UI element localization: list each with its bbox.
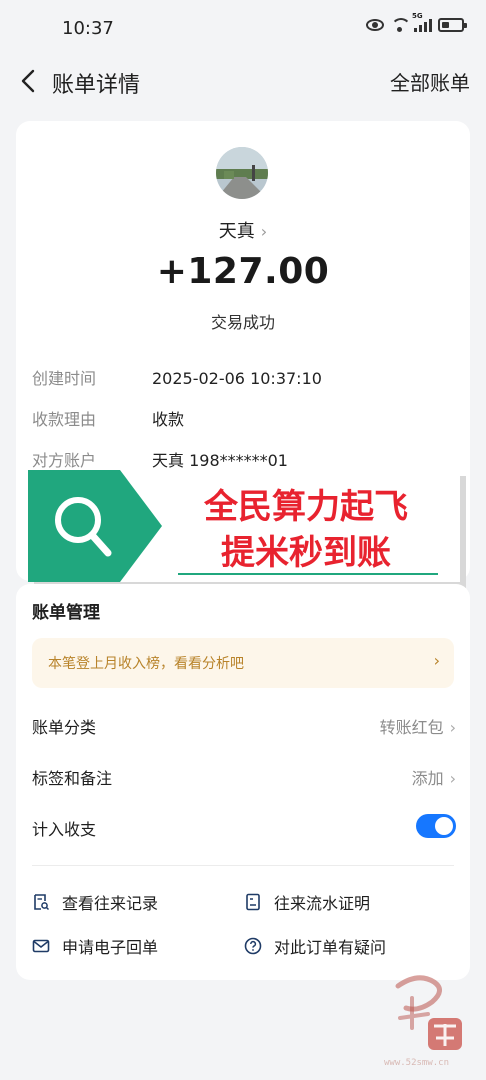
page-title: 账单详情 (52, 73, 141, 98)
avatar[interactable] (216, 147, 268, 199)
nav-bar: 账单详情 全部账单 (0, 56, 486, 106)
detail-row-reason: 收款理由 收款 (32, 406, 184, 430)
all-bills-link[interactable]: 全部账单 (390, 67, 470, 96)
chevron-right-icon: › (449, 769, 456, 788)
chevron-right-icon: › (260, 222, 268, 241)
row-value: 转账红包 (379, 718, 444, 737)
back-icon[interactable] (18, 68, 42, 94)
row-value: 添加 (411, 769, 444, 788)
battery-icon (438, 18, 467, 32)
detail-label: 收款理由 (32, 410, 97, 429)
e-receipt-link[interactable]: 申请电子回单 (32, 934, 158, 958)
status-icons: 5G (366, 12, 467, 32)
count-in-budget-row: 计入收支 (32, 812, 456, 842)
bill-category-row[interactable]: 账单分类 转账红包 › (32, 710, 456, 740)
banner-line2: 提米秒到账 (221, 533, 391, 573)
order-question-link[interactable]: 对此订单有疑问 (244, 934, 386, 958)
chevron-right-icon: › (449, 718, 456, 737)
tags-notes-row[interactable]: 标签和备注 添加 › (32, 761, 456, 791)
eye-icon (366, 19, 384, 31)
row-label: 账单分类 (32, 718, 97, 737)
statement-proof-link[interactable]: 往来流水证明 (244, 890, 370, 914)
view-records-link[interactable]: 查看往来记录 (32, 890, 158, 914)
transaction-amount: +127.00 (156, 251, 330, 292)
status-time: 10:37 (62, 18, 114, 39)
income-rank-tip[interactable]: 本笔登上月收入榜，看看分析吧 › (32, 638, 454, 688)
status-bar: 10:37 5G (0, 0, 486, 56)
banner-line1: 全民算力起飞 (203, 487, 408, 527)
site-watermark-seal (395, 975, 462, 1050)
row-label: 标签和备注 (32, 769, 113, 788)
document-icon (246, 893, 260, 911)
link-label: 对此订单有疑问 (274, 938, 387, 957)
link-label: 往来流水证明 (274, 894, 371, 913)
divider (32, 865, 454, 866)
transaction-status: 交易成功 (210, 313, 275, 332)
detail-label: 创建时间 (32, 369, 97, 388)
mail-icon (32, 939, 50, 953)
count-in-budget-toggle[interactable] (416, 814, 456, 838)
payee-row[interactable]: 天真 › (16, 217, 470, 243)
bill-management-card: 账单管理 本笔登上月收入榜，看看分析吧 › 账单分类 转账红包 › 标签和备注 添… (16, 584, 470, 980)
detail-row-created-time: 创建时间 2025-02-06 10:37:10 (32, 365, 322, 389)
wifi-icon (390, 18, 411, 32)
link-label: 申请电子回单 (62, 938, 159, 957)
watermark-url: www.52smw.cn (384, 1058, 450, 1068)
tip-text: 本笔登上月收入榜，看看分析吧 (48, 656, 244, 672)
promo-banner: 全民算力起飞 提米秒到账 (28, 470, 466, 588)
link-label: 查看往来记录 (62, 894, 159, 913)
payee-name: 天真 (218, 221, 255, 242)
detail-value: 2025-02-06 10:37:10 (152, 369, 322, 388)
signal-icon: 5G (412, 12, 432, 32)
section-title: 账单管理 (32, 603, 100, 623)
row-label: 计入收支 (32, 820, 97, 839)
chevron-right-icon: › (433, 651, 440, 670)
network-label: 5G (412, 12, 423, 20)
detail-value: 收款 (152, 410, 185, 429)
record-search-icon (34, 894, 50, 911)
question-icon (244, 937, 262, 955)
